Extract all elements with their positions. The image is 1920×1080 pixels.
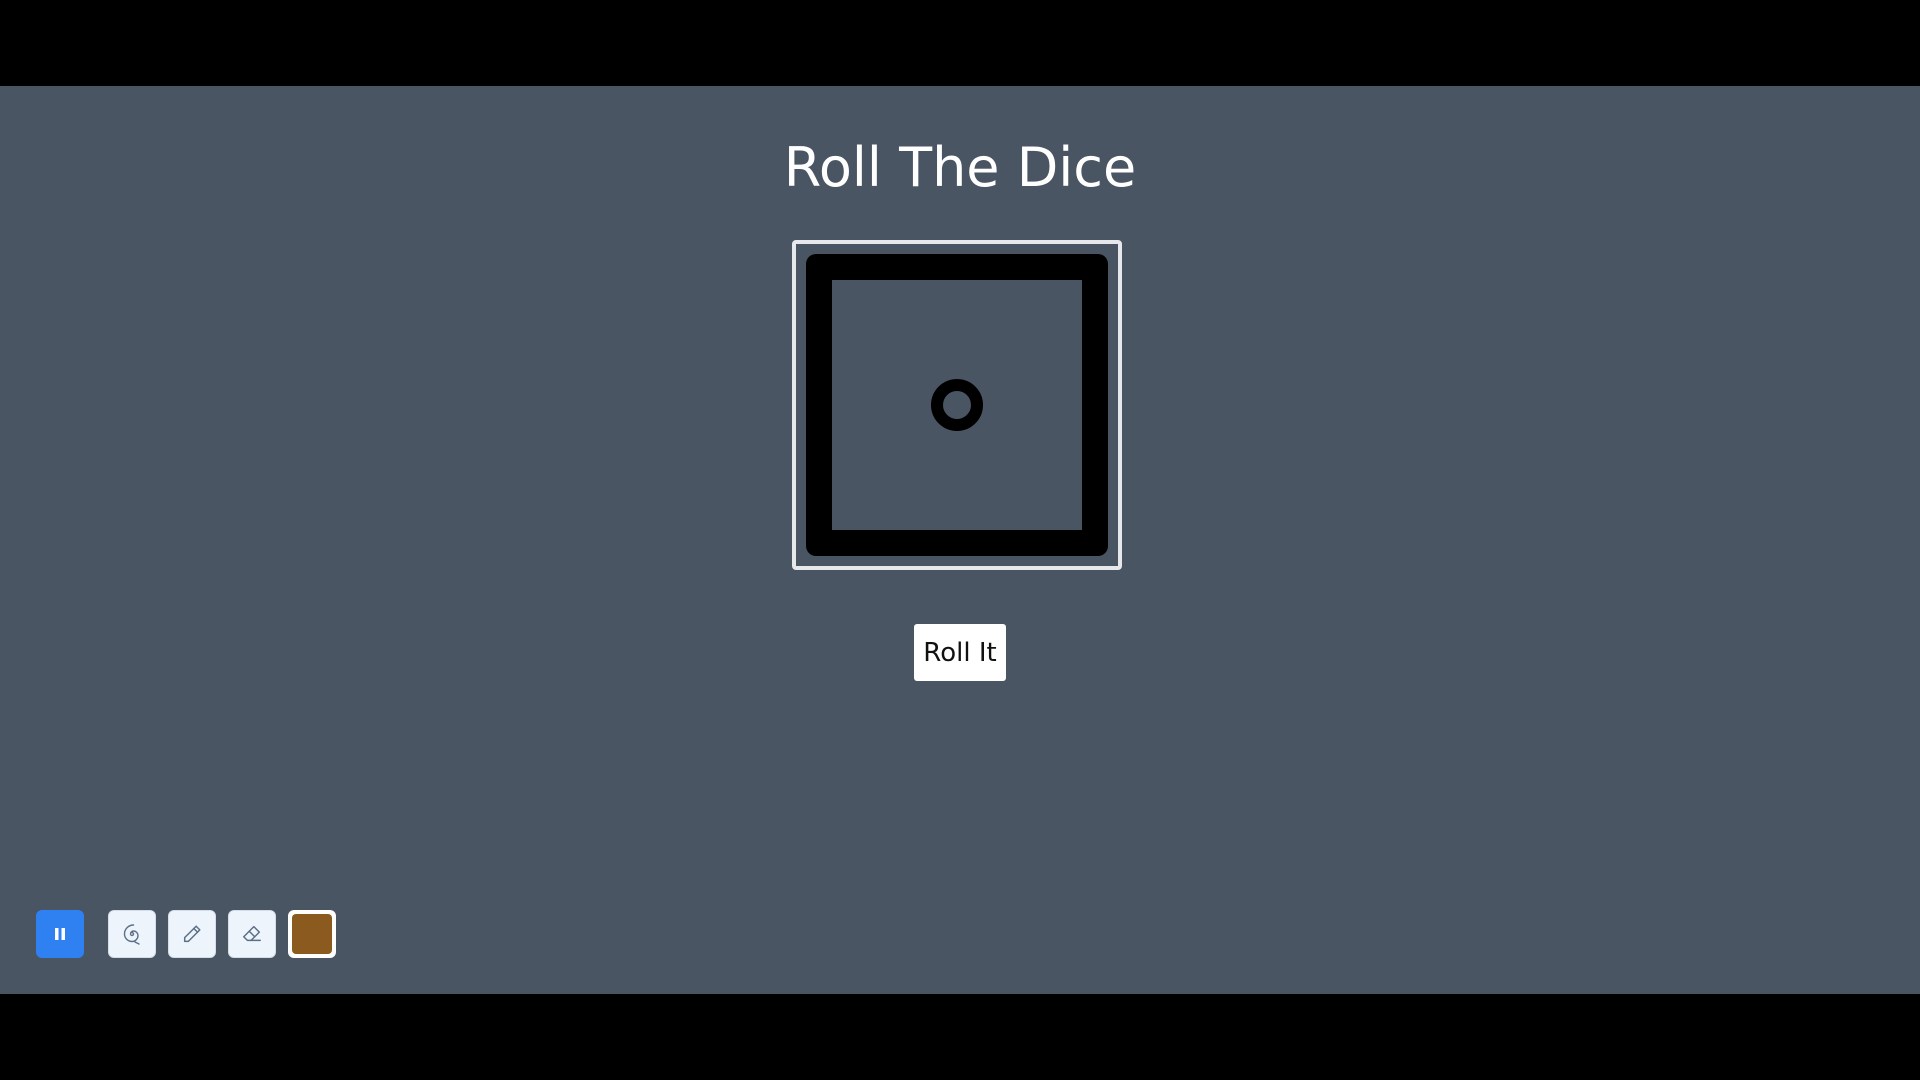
- pause-button[interactable]: [36, 910, 84, 958]
- roll-button[interactable]: Roll It: [914, 624, 1006, 681]
- dice-container: [792, 240, 1122, 570]
- dice-face: [806, 254, 1108, 556]
- pen-tool-button[interactable]: [168, 910, 216, 958]
- letterbox-top: [0, 0, 1920, 86]
- pencil-icon: [183, 925, 201, 943]
- spiral-icon: [123, 924, 140, 945]
- color-swatch: [292, 914, 332, 954]
- letterbox-bottom: [0, 994, 1920, 1080]
- pause-icon: [55, 928, 65, 940]
- spiral-tool-button[interactable]: [108, 910, 156, 958]
- page-title: Roll The Dice: [783, 136, 1137, 199]
- app-stage: Roll The Dice Roll It: [0, 86, 1920, 994]
- color-picker-button[interactable]: [288, 910, 336, 958]
- dice-pip: [931, 379, 983, 431]
- eraser-tool-button[interactable]: [228, 910, 276, 958]
- eraser-icon: [243, 925, 261, 942]
